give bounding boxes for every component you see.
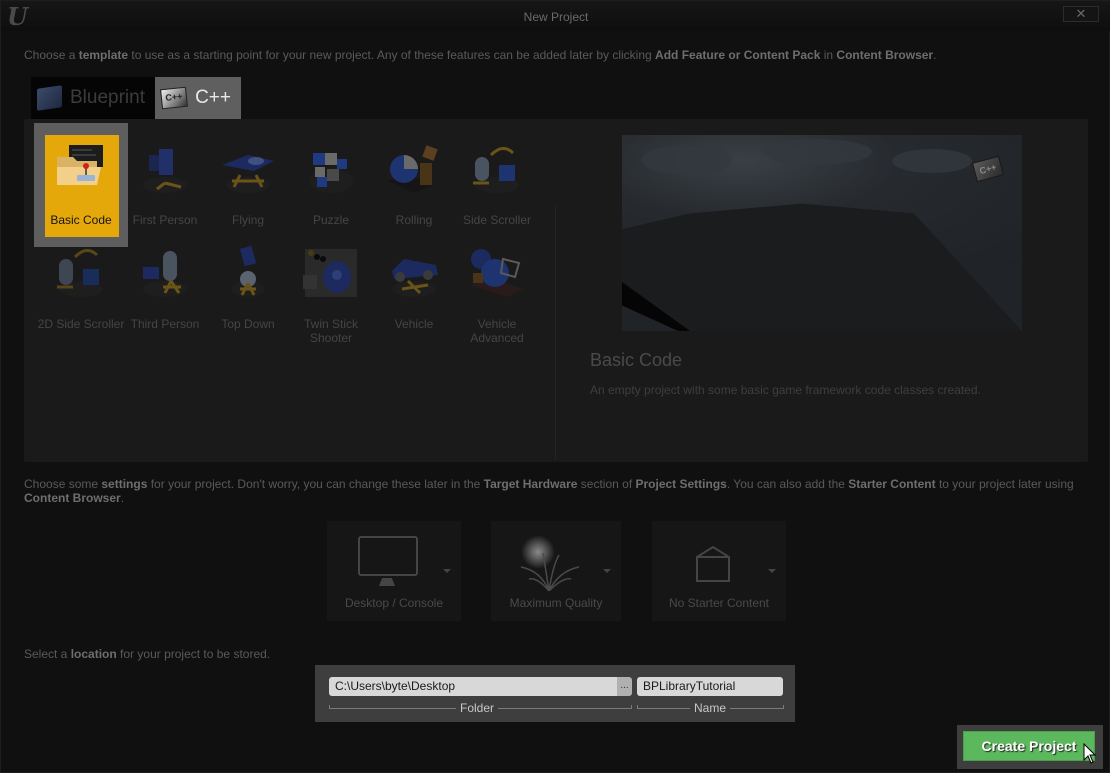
template-2d-side-scroller[interactable]: 2D Side Scroller xyxy=(34,227,128,351)
graphics-quality-dropdown[interactable]: Maximum Quality xyxy=(491,521,621,621)
title-bar[interactable]: U New Project ✕ xyxy=(1,1,1110,31)
tab-blueprint[interactable]: Blueprint xyxy=(31,77,155,119)
third-person-icon xyxy=(143,251,187,297)
close-button[interactable]: ✕ xyxy=(1063,6,1099,22)
create-project-button[interactable]: Create Project xyxy=(963,731,1095,761)
cpp-icon: C++ xyxy=(160,86,189,110)
starter-content-icon xyxy=(696,545,730,582)
emphasis-text: location xyxy=(70,647,117,661)
emphasis-text: Target Hardware xyxy=(483,477,578,491)
template-label: Top Down xyxy=(221,317,275,331)
emphasis-text: Content Browser xyxy=(836,48,934,62)
template-label: Vehicle Advanced xyxy=(470,317,524,345)
emphasis-text: Starter Content xyxy=(848,477,936,491)
tab-label: Blueprint xyxy=(70,87,145,108)
template-label: 2D Side Scroller xyxy=(37,317,125,331)
language-tabs: Blueprint C++ C++ xyxy=(31,77,241,119)
vehicle-icon xyxy=(392,259,438,297)
top-down-icon xyxy=(232,245,264,297)
text-run: Select a xyxy=(24,647,71,661)
folder-code-icon xyxy=(57,145,103,185)
emphasis-text: settings xyxy=(101,477,148,491)
text-run: for your project to be stored. xyxy=(116,647,271,661)
template-label: Side Scroller xyxy=(462,213,532,227)
template-third-person[interactable]: Third Person xyxy=(118,227,212,351)
tab-cpp[interactable]: C++ C++ xyxy=(155,77,241,119)
text-run: . xyxy=(933,48,937,62)
folder-caption: Folder xyxy=(456,701,499,715)
monitor-icon xyxy=(358,536,418,576)
close-icon: ✕ xyxy=(1075,6,1087,21)
text-run: Choose a xyxy=(24,48,79,62)
settings-intro-text: Choose some settings for your project. D… xyxy=(24,477,1084,505)
template-label: Twin Stick Shooter xyxy=(303,317,358,345)
template-label: Flying xyxy=(231,213,264,227)
template-twin-stick-shooter[interactable]: Twin Stick Shooter xyxy=(284,227,378,351)
mouse-cursor-icon xyxy=(1083,743,1097,764)
emphasis-text: Content Browser xyxy=(24,491,121,505)
target-hardware-label: Desktop / Console xyxy=(344,596,444,610)
text-run: for your project. Don't worry, you can c… xyxy=(147,477,484,491)
folder-path-input[interactable]: C:\Users\byte\Desktop xyxy=(329,677,617,696)
chevron-down-icon xyxy=(603,569,611,573)
blueprint-icon xyxy=(37,85,62,111)
new-project-window: U New Project ✕ Choose a template to use… xyxy=(0,0,1110,773)
template-label: Puzzle xyxy=(312,213,350,227)
template-label: Basic Code xyxy=(50,213,112,227)
template-label: Vehicle xyxy=(394,317,434,331)
flying-icon xyxy=(222,155,274,193)
text-run: in xyxy=(820,48,837,62)
emphasis-text: template xyxy=(78,48,129,62)
text-run: to use as a starting point for your new … xyxy=(128,48,656,62)
template-description: An empty project with some basic game fr… xyxy=(590,383,981,397)
chevron-down-icon xyxy=(443,569,451,573)
template-vehicle[interactable]: Vehicle xyxy=(367,227,461,351)
template-intro-text: Choose a template to use as a starting p… xyxy=(24,48,936,62)
template-label: First Person xyxy=(132,213,198,227)
template-preview-image: C++ xyxy=(622,135,1022,331)
vehicle-advanced-icon xyxy=(471,249,523,297)
emphasis-text: Project Settings xyxy=(635,477,727,491)
text-run: to your project later using xyxy=(935,477,1074,491)
template-title: Basic Code xyxy=(590,350,683,370)
browse-folder-button[interactable]: ... xyxy=(617,677,632,696)
2d-side-scroller-icon xyxy=(57,249,103,297)
chevron-down-icon xyxy=(768,569,776,573)
text-run: section of xyxy=(577,477,636,491)
target-hardware-dropdown[interactable]: Desktop / Console xyxy=(327,521,461,621)
panel-divider xyxy=(555,205,556,460)
side-scroller-icon xyxy=(473,147,519,193)
template-panel: Basic Code First Person Flying Puzzle Ro… xyxy=(24,119,1088,462)
text-run: Choose some xyxy=(24,477,102,491)
grass-icon xyxy=(520,552,580,591)
location-intro-text: Select a location for your project to be… xyxy=(24,647,270,661)
tab-label: C++ xyxy=(195,87,231,108)
text-run: . xyxy=(120,491,125,505)
puzzle-icon xyxy=(309,153,353,193)
template-top-down[interactable]: Top Down xyxy=(201,227,295,351)
twin-stick-shooter-icon xyxy=(303,249,357,297)
location-panel: C:\Users\byte\Desktop ... BPLibraryTutor… xyxy=(315,665,795,722)
first-person-icon xyxy=(143,149,187,193)
template-vehicle-advanced[interactable]: Vehicle Advanced xyxy=(450,227,544,351)
starter-content-dropdown[interactable]: No Starter Content xyxy=(652,521,786,621)
graphics-quality-label: Maximum Quality xyxy=(509,596,603,610)
rolling-icon xyxy=(388,145,438,193)
template-label: Rolling xyxy=(395,213,433,227)
starter-content-label: No Starter Content xyxy=(668,596,770,610)
emphasis-text: Add Feature or Content Pack xyxy=(655,48,821,62)
window-title: New Project xyxy=(523,10,589,24)
text-run: . You can also add the xyxy=(726,477,849,491)
project-name-input[interactable]: BPLibraryTutorial xyxy=(637,677,783,696)
template-label: Third Person xyxy=(130,317,200,331)
name-caption: Name xyxy=(690,701,731,715)
